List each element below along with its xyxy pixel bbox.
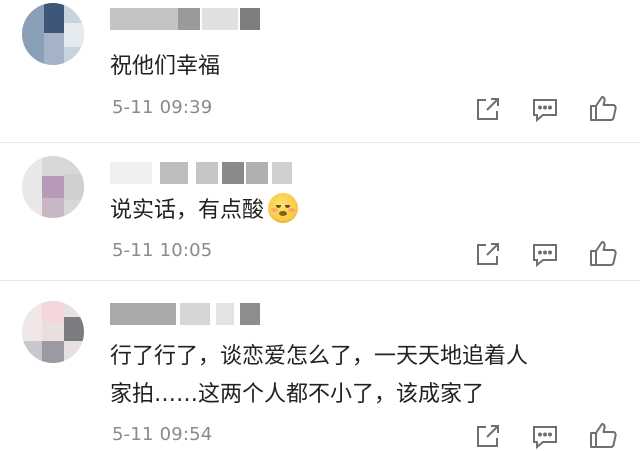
thumbs-up-icon (590, 96, 617, 121)
reply-icon (533, 426, 557, 450)
share-icon (477, 98, 499, 120)
comment-text-line: 家拍……这两个人都不小了，该成家了 (110, 382, 485, 407)
comment-text: 说实话，有点酸 (110, 191, 620, 231)
comment-item-1: 祝他们幸福 5-11 09:39 (0, 0, 640, 142)
reply-button[interactable] (530, 94, 560, 124)
comment-text-line: 行了行了，谈恋爱怎么了，一天天地追着人 (110, 344, 529, 369)
grimace-emoji-icon (268, 193, 299, 223)
comment-text: 祝他们幸福 (110, 54, 221, 79)
comment-timestamp: 5-11 10:05 (112, 240, 213, 261)
like-button[interactable] (588, 238, 618, 268)
share-icon (477, 243, 499, 265)
comment-timestamp: 5-11 09:39 (112, 97, 213, 118)
thumbs-up-icon (590, 241, 617, 266)
comment-item-2: 说实话，有点酸 5-11 10:05 (0, 143, 640, 280)
comment-item-3: 行了行了，谈恋爱怎么了，一天天地追着人 家拍……这两个人都不小了，该成家了 5-… (0, 281, 640, 450)
thumbs-up-icon (590, 423, 617, 448)
reply-icon (533, 244, 557, 268)
reply-button[interactable] (530, 239, 560, 269)
comment-text: 行了行了，谈恋爱怎么了，一天天地追着人 家拍……这两个人都不小了，该成家了 (110, 338, 620, 414)
like-button[interactable] (588, 93, 618, 123)
like-button[interactable] (588, 420, 618, 450)
username-blurred[interactable] (110, 8, 260, 30)
share-button[interactable] (473, 94, 503, 124)
comment-text-content: 说实话，有点酸 (110, 198, 265, 223)
username-blurred[interactable] (110, 303, 260, 325)
comment-timestamp: 5-11 09:54 (112, 424, 213, 445)
username-blurred[interactable] (110, 162, 292, 184)
avatar[interactable] (22, 301, 84, 363)
avatar[interactable] (22, 3, 84, 65)
avatar[interactable] (22, 156, 84, 218)
share-button[interactable] (473, 239, 503, 269)
share-icon (477, 425, 499, 447)
reply-icon (533, 99, 557, 123)
share-button[interactable] (473, 421, 503, 451)
reply-button[interactable] (530, 421, 560, 451)
